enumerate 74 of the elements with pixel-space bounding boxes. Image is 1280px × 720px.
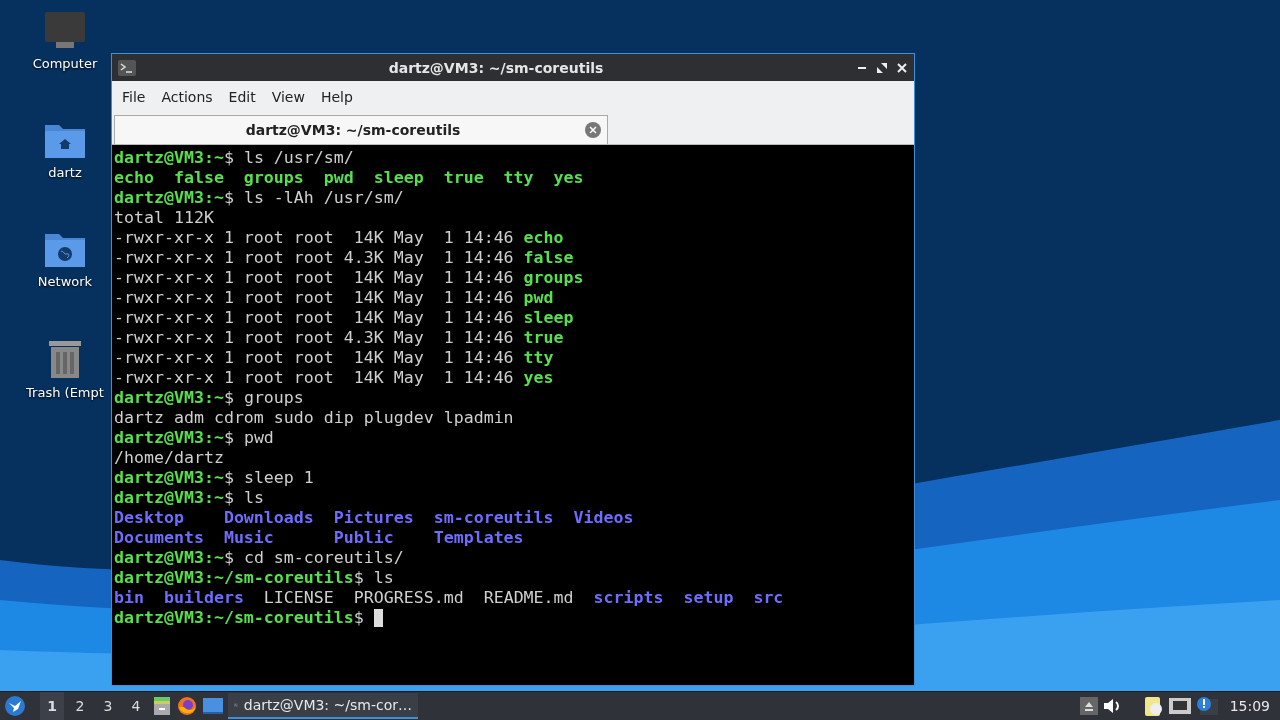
workspace-button[interactable]: 4	[124, 692, 148, 720]
output-text: -rwxr-xr-x 1 root root 14K May 1 14:46	[114, 228, 515, 248]
executable-name: echo	[523, 228, 564, 248]
output-text: -rwxr-xr-x 1 root root 14K May 1 14:46	[114, 368, 515, 388]
output-text: -rwxr-xr-x 1 root root 14K May 1 14:46	[114, 308, 515, 328]
output-text: dartz adm cdrom sudo dip plugdev lpadmin	[114, 408, 514, 428]
workspace-button[interactable]: 2	[68, 692, 92, 720]
executable-name: groups	[523, 268, 584, 288]
trash-icon	[47, 339, 83, 379]
directory-name: Desktop Downloads Pictures sm-coreutils Videos	[114, 508, 634, 528]
notification-icon[interactable]	[1195, 696, 1218, 716]
task-button[interactable]: dartz@VM3: ~/sm-cor…	[228, 693, 418, 719]
executable-name: sleep	[523, 308, 574, 328]
output-text: $ ls	[223, 488, 264, 508]
desktop-icon[interactable]	[202, 697, 224, 715]
menu-item[interactable]: Actions	[155, 88, 223, 105]
executable-name: false	[523, 248, 574, 268]
desktop-icon-label[interactable]: dartz	[48, 165, 82, 180]
executable-name: tty	[523, 348, 554, 368]
prompt-text: dartz@VM3:~/sm-coreutils	[114, 608, 354, 628]
network-icon[interactable]	[1167, 696, 1192, 716]
maximize-icon[interactable]	[876, 61, 888, 74]
executable-name: pwd	[523, 288, 554, 308]
output-text: -rwxr-xr-x 1 root root 4.3K May 1 14:46	[114, 328, 515, 348]
directory-name: scripts	[593, 588, 664, 608]
directory-name: bin	[114, 588, 144, 608]
menu-item[interactable]: Edit	[222, 88, 266, 105]
output-text: $ pwd	[223, 428, 274, 448]
directory-name: setup	[683, 588, 734, 608]
prompt-text: dartz@VM3:~	[114, 388, 224, 408]
menu-item[interactable]: View	[265, 88, 315, 105]
prompt-text: dartz@VM3:~	[114, 468, 224, 488]
monitor-icon	[44, 12, 86, 50]
executable-name: true	[523, 328, 564, 348]
output-text: -rwxr-xr-x 1 root root 14K May 1 14:46	[114, 348, 515, 368]
output-text: -rwxr-xr-x 1 root root 14K May 1 14:46	[114, 268, 515, 288]
desktop-icon-label[interactable]: Computer	[32, 56, 98, 71]
desktop-icon-label[interactable]: Network	[37, 274, 93, 289]
directory-name: Documents Music Public Templates	[114, 528, 524, 548]
close-icon[interactable]	[896, 61, 908, 74]
directory-name: builders	[163, 588, 244, 608]
clock[interactable]: 15:09	[1221, 698, 1276, 714]
prompt-text: dartz@VM3:~	[114, 548, 224, 568]
prompt-text: dartz@VM3:~	[114, 148, 224, 168]
output-text: $	[353, 608, 365, 628]
output-text: $ ls	[353, 568, 394, 588]
directory-name: src	[753, 588, 784, 608]
eject-icon[interactable]	[1079, 697, 1098, 715]
output-text: $ sleep 1	[223, 468, 314, 488]
output-text: total 112K	[114, 208, 214, 228]
bird-logo-icon[interactable]	[4, 695, 26, 717]
prompt-text: dartz@VM3:~/sm-coreutils	[114, 568, 354, 588]
output-text: $ ls -lAh /usr/sm/	[223, 188, 404, 208]
executable-name: yes	[523, 368, 554, 388]
executable-name: echo false groups pwd sleep true tty yes	[114, 168, 584, 188]
window-title: dartz@VM3: ~/sm-coreutils	[387, 59, 605, 76]
workspace-button[interactable]: 1	[40, 692, 64, 720]
menu-item[interactable]: Help	[314, 88, 363, 105]
prompt-text: dartz@VM3:~	[114, 428, 224, 448]
output-text: $ cd sm-coreutils/	[223, 548, 404, 568]
menu-item[interactable]: File	[116, 88, 156, 105]
workspace-button[interactable]: 3	[96, 692, 120, 720]
output-text: -rwxr-xr-x 1 root root 14K May 1 14:46	[114, 288, 515, 308]
output-text: -rwxr-xr-x 1 root root 4.3K May 1 14:46	[114, 248, 515, 268]
desktop-icon-label[interactable]: Trash (Empt	[26, 385, 104, 400]
output-text: $ groups	[223, 388, 304, 408]
browser-icon[interactable]	[176, 695, 198, 717]
output-text: $ ls /usr/sm/	[223, 148, 354, 168]
terminal-tab[interactable]: dartz@VM3: ~/sm-coreutils	[114, 115, 608, 144]
output-text: LICENSE PROGRESS.md README.md	[262, 588, 575, 608]
prompt-text: dartz@VM3:~	[114, 188, 224, 208]
output-text: /home/dartz	[114, 448, 224, 468]
file-cabinet-icon[interactable]	[152, 696, 172, 716]
prompt-text: dartz@VM3:~	[114, 488, 224, 508]
